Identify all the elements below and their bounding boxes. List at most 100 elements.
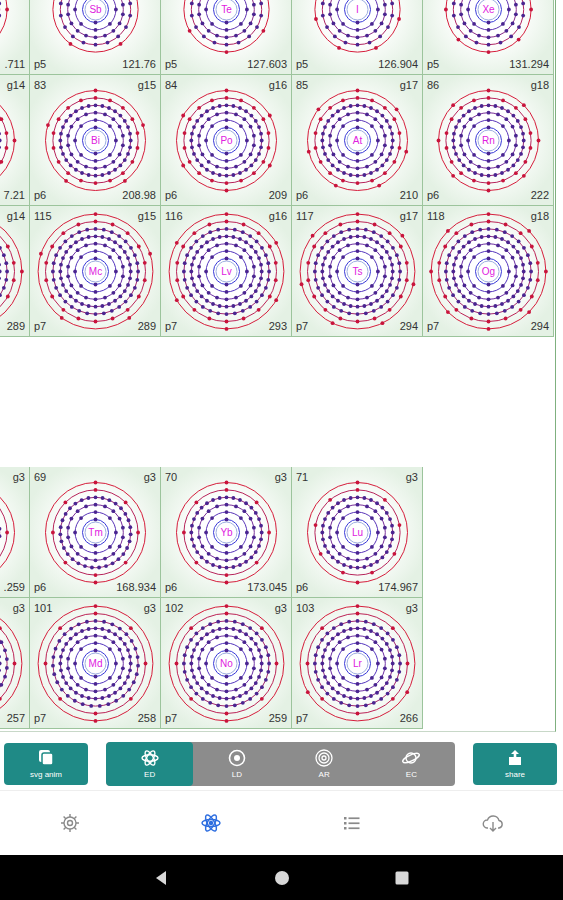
atomic-mass: 293 [269,319,287,333]
back-icon[interactable] [152,868,172,888]
mode-selector: EDLDAREC [106,742,455,786]
element-symbol: Lr [353,658,363,669]
atomic-mass: 168.934 [116,580,156,594]
home-icon[interactable] [272,868,292,888]
mode-button[interactable]: LD [193,742,280,786]
group-label: g3 [13,470,25,484]
bohr-model-icon [0,80,25,201]
bohr-model-icon [0,472,25,593]
atomic-mass: 222 [531,188,549,202]
atomic-mass: 258 [138,711,156,725]
period-label: p7 [296,319,308,333]
element-cell[interactable]: Tep5127.603 [161,0,292,75]
atomic-mass: 121.76 [122,57,156,71]
element-cell[interactable]: Lr103g3p7266 [292,598,423,729]
nav-item[interactable] [422,791,563,855]
atomic-mass: .259 [4,580,25,594]
atomic-mass: 7.21 [4,188,25,202]
element-symbol: Lu [352,527,363,538]
bohr-model-icon: Rn [428,80,549,201]
element-symbol: Rn [482,135,495,146]
mode-button[interactable]: ED [106,742,193,786]
element-cell[interactable]: Sbp5121.76 [30,0,161,75]
element-cell[interactable]: No102g3p7259 [161,598,292,729]
element-cell[interactable]: g3 257 [0,598,30,729]
atomic-mass: 208.98 [122,188,156,202]
element-cell[interactable]: Md101g3p7258 [30,598,161,729]
element-cell[interactable]: Po84g16p6209 [161,75,292,206]
atomic-mass: 257 [7,711,25,725]
f-block-table: g3.259Tm69g3p6168.934Yb70g3p6173.045Lu71… [0,467,555,729]
atom-icon [140,748,160,768]
element-cell[interactable]: Lu71g3p6174.967 [292,467,423,598]
period-label: p6 [296,580,308,594]
period-label: p6 [427,188,439,202]
nav-item[interactable] [141,791,282,855]
nav-item[interactable] [282,791,423,855]
atomic-mass: 289 [7,319,25,333]
element-cell[interactable]: Bi83g15p6208.98 [30,75,161,206]
atomic-mass: 294 [400,319,418,333]
atomic-number: 115 [34,209,52,223]
recents-icon[interactable] [392,868,412,888]
element-cell[interactable]: Rn86g18p6222 [423,75,554,206]
element-cell[interactable]: Mc115g15p7289 [30,206,161,337]
element-cell[interactable]: Ip5126.904 [292,0,423,75]
element-cell[interactable]: g3 .259 [0,467,30,598]
group-label: g3 [406,470,418,484]
period-label: p6 [165,188,177,202]
atomic-number: 116 [165,209,183,223]
table-row: g3257Md101g3p7258No102g3p7259Lr103g3p726… [0,598,555,729]
element-symbol: Tm [88,527,102,538]
bohr-model-icon: Mc [35,211,156,332]
list-icon [341,812,363,834]
atomic-mass: 174.967 [378,580,418,594]
atomic-number: 85 [296,78,308,92]
group-label: g3 [13,601,25,615]
dot-icon [227,748,247,768]
bohr-model-icon [0,603,25,724]
share-button[interactable]: share [473,743,557,785]
element-cell[interactable]: At85g17p6210 [292,75,423,206]
gear-icon [59,812,81,834]
atomic-mass: 289 [138,319,156,333]
bohr-model-icon: Og [428,211,549,332]
rings-icon [314,748,334,768]
element-cell[interactable]: Tm69g3p6168.934 [30,467,161,598]
atomic-number: 83 [34,78,46,92]
bohr-model-icon: Tm [35,472,156,593]
period-label: p7 [427,319,439,333]
mode-button[interactable]: EC [368,742,455,786]
atomic-number: 102 [165,601,183,615]
group-label: g14 [7,78,25,92]
element-cell[interactable]: Ts117g17p7294 [292,206,423,337]
nav-item[interactable] [0,791,141,855]
element-symbol: No [220,658,233,669]
element-cell[interactable]: g14 7.21 [0,75,30,206]
period-label: p6 [296,188,308,202]
element-symbol: Sb [89,4,102,15]
planet-icon [401,748,421,768]
bottom-navigation [0,790,563,855]
atomic-mass: 173.045 [247,580,287,594]
element-cell[interactable]: g14289 [0,206,30,337]
element-cell[interactable]: Lv116g16p7293 [161,206,292,337]
group-label: g17 [400,78,418,92]
bohr-model-icon: Md [35,603,156,724]
element-cell[interactable]: .711 [0,0,30,75]
element-symbol: Md [89,658,103,669]
table-area: .711Sbp5121.76Tep5127.603Ip5126.904Xep51… [0,0,563,738]
mode-button[interactable]: AR [281,742,368,786]
atomic-mass: 126.904 [378,57,418,71]
atomic-number: 103 [296,601,314,615]
element-cell[interactable]: Xep5131.294 [423,0,554,75]
element-cell[interactable]: Yb70g3p6173.045 [161,467,292,598]
period-label: p6 [34,580,46,594]
toolbar: svg anim EDLDAREC share [0,738,563,790]
bohr-model-icon: Yb [166,472,287,593]
element-symbol: Po [220,135,233,146]
system-navigation-bar [0,855,563,900]
element-cell[interactable]: Og118g18p7294 [423,206,554,337]
svg-anim-button[interactable]: svg anim [4,743,88,785]
element-symbol: Lv [221,266,232,277]
